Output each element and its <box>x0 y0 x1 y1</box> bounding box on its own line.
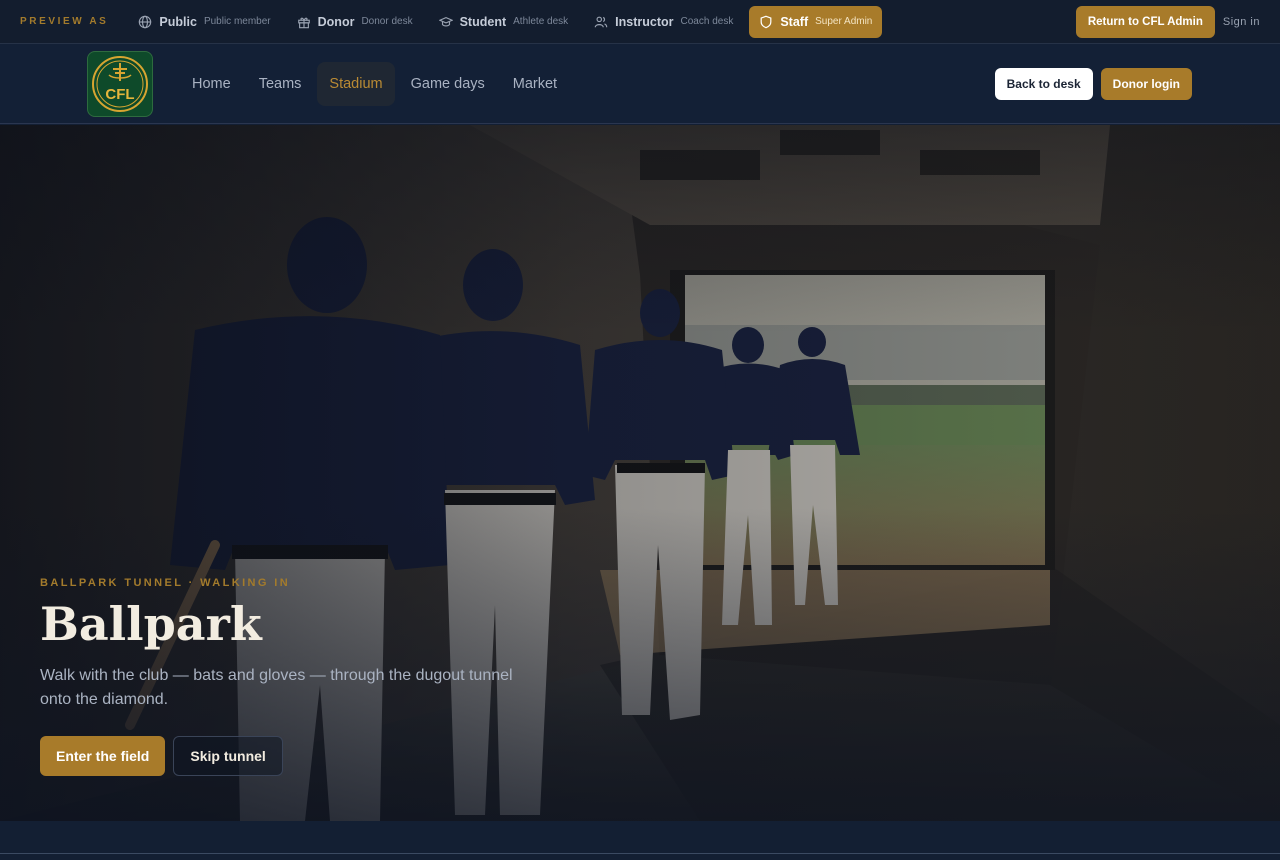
preview-role-staff[interactable]: Staff Super Admin <box>749 5 883 38</box>
preview-role-instructor[interactable]: Instructor Coach desk <box>584 6 743 38</box>
enter-field-button[interactable]: Enter the field <box>40 735 166 776</box>
hero-title: Ballpark <box>40 597 262 651</box>
nav-link-game-days[interactable]: Game days <box>399 62 497 106</box>
role-name: Staff <box>780 14 809 29</box>
divider <box>0 853 1280 854</box>
sign-in-link[interactable]: Sign in <box>1223 16 1260 28</box>
globe-icon <box>139 15 152 28</box>
cfl-crest-icon: CFL <box>92 56 148 112</box>
role-name: Student <box>459 14 507 29</box>
nav-links: Home Teams Stadium Game days Market <box>180 62 573 106</box>
skip-tunnel-button[interactable]: Skip tunnel <box>173 735 283 776</box>
graduation-cap-icon <box>438 16 453 27</box>
main-nav: CFL Home Teams Stadium Game days Market … <box>0 44 1280 124</box>
role-sub: Public member <box>203 16 271 27</box>
hero: BALLPARK TUNNEL · WALKING IN Ballpark Wa… <box>0 125 1280 821</box>
role-sub: Coach desk <box>680 16 734 27</box>
nav-link-home[interactable]: Home <box>180 62 243 106</box>
gift-icon <box>297 17 310 28</box>
shield-icon <box>760 15 772 28</box>
role-sub: Athlete desk <box>513 16 569 27</box>
role-name: Public <box>159 14 197 29</box>
return-to-admin-button[interactable]: Return to CFL Admin <box>1075 5 1215 38</box>
role-sub: Super Admin <box>815 16 873 27</box>
hero-content: BALLPARK TUNNEL · WALKING IN Ballpark Wa… <box>40 577 540 776</box>
hero-buttons: Enter the field Skip tunnel <box>40 735 540 776</box>
role-name: Instructor <box>615 14 674 29</box>
hero-description: Walk with the club — bats and gloves — t… <box>40 666 513 708</box>
cfl-logo[interactable]: CFL <box>87 51 153 117</box>
preview-bar: PREVIEW AS Public Public member Donor Do… <box>0 0 1280 44</box>
preview-role-student[interactable]: Student Athlete desk <box>429 6 579 38</box>
logo-text: CFL <box>105 86 134 103</box>
nav-link-stadium[interactable]: Stadium <box>317 62 395 106</box>
role-sub: Donor desk <box>361 16 413 27</box>
donor-login-button[interactable]: Donor login <box>1100 68 1192 100</box>
nav-link-teams[interactable]: Teams <box>247 62 314 106</box>
preview-role-public[interactable]: Public Public member <box>128 6 280 38</box>
back-to-desk-button[interactable]: Back to desk <box>994 68 1093 100</box>
preview-label: PREVIEW AS <box>20 16 109 27</box>
nav-link-market[interactable]: Market <box>501 62 569 106</box>
hero-eyebrow: BALLPARK TUNNEL · WALKING IN <box>40 577 291 589</box>
preview-role-donor[interactable]: Donor Donor desk <box>287 6 423 38</box>
role-name: Donor <box>317 14 355 29</box>
users-icon <box>594 16 608 27</box>
page-bottom-strip <box>0 821 1280 860</box>
